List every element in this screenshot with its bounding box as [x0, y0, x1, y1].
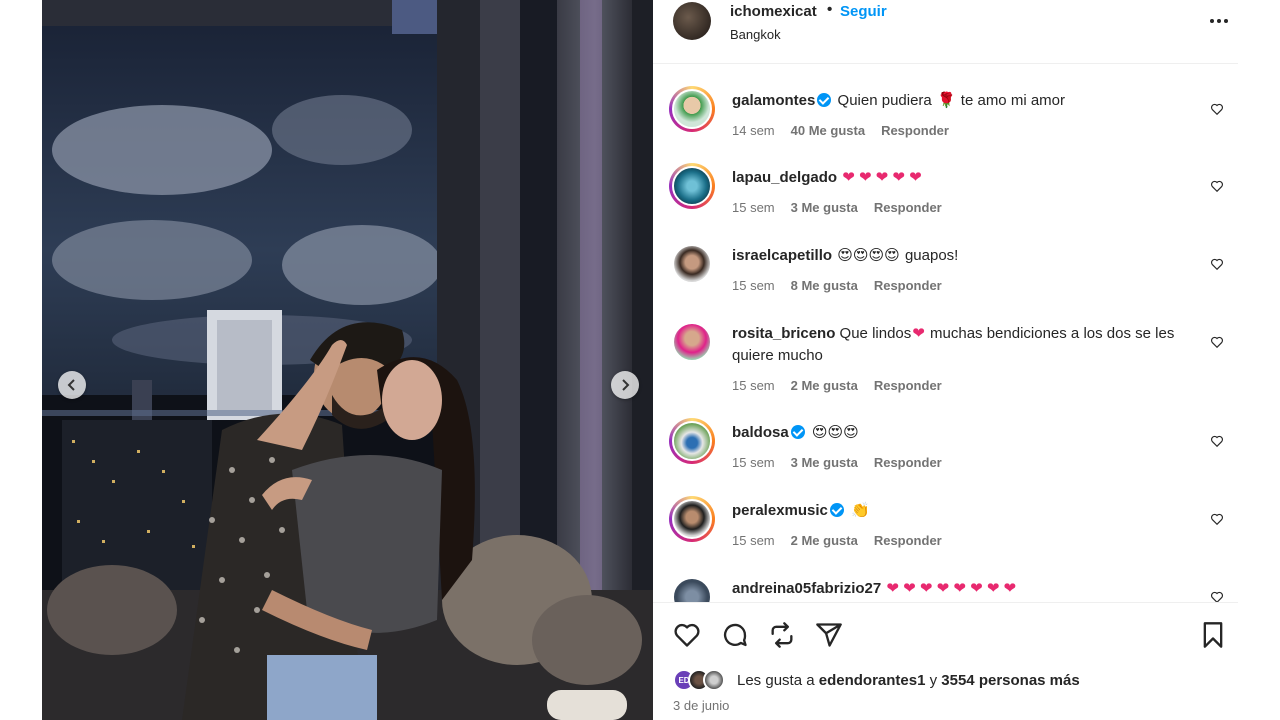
comment-likes[interactable]: 2 Me gusta	[791, 378, 858, 393]
comment-bubble-icon[interactable]	[721, 621, 749, 649]
commenter-username[interactable]: lapau_delgado	[732, 169, 837, 186]
commenter-avatar[interactable]	[669, 418, 715, 464]
heart-emoji-icon: ❤	[912, 325, 925, 342]
liker-avatar	[703, 669, 725, 691]
comments-list[interactable]: galamontes Quien pudiera 🌹 te amo mi amo…	[653, 64, 1238, 602]
comment-likes[interactable]: 3 Me gusta	[791, 455, 858, 470]
author-avatar[interactable]	[673, 2, 711, 40]
verified-badge-icon	[829, 503, 844, 517]
heart-emojis: ❤ ❤ ❤ ❤ ❤ ❤ ❤ ❤	[886, 580, 1017, 597]
chevron-left-icon	[67, 379, 75, 391]
comment-meta: 15 sem 3 Me gusta Responder	[732, 200, 958, 215]
like-comment-heart-icon[interactable]	[1210, 512, 1224, 526]
share-send-icon[interactable]	[815, 621, 843, 649]
comment-text: Quien pudiera	[837, 92, 932, 109]
likes-and: y	[929, 672, 938, 689]
post-header: ichomexicat • Seguir Bangkok	[653, 0, 1238, 64]
reply-button[interactable]: Responder	[874, 200, 942, 215]
commenter-username[interactable]: israelcapetillo	[732, 247, 832, 264]
author-username[interactable]: ichomexicat	[730, 3, 817, 20]
reply-button[interactable]: Responder	[874, 533, 942, 548]
verified-badge-icon	[817, 93, 832, 107]
post-details-panel: ichomexicat • Seguir Bangkok galamontes …	[653, 0, 1238, 720]
liker-username[interactable]: edendorantes1	[819, 672, 926, 689]
commenter-avatar[interactable]	[669, 319, 715, 365]
post-date[interactable]: 3 de junio	[673, 698, 729, 713]
repost-icon[interactable]	[768, 621, 796, 649]
commenter-avatar[interactable]	[669, 574, 715, 602]
comment-likes[interactable]: 2 Me gusta	[791, 533, 858, 548]
photo-illustration	[42, 0, 653, 720]
commenter-avatar[interactable]	[669, 241, 715, 287]
likes-summary[interactable]: Les gusta a edendorantes1 y 3554 persona…	[737, 672, 1080, 689]
comment-meta: 15 sem 3 Me gusta Responder	[732, 455, 958, 470]
like-heart-icon[interactable]	[673, 621, 701, 649]
verified-badge-icon	[790, 425, 805, 439]
reply-button[interactable]: Responder	[874, 278, 942, 293]
comment-likes[interactable]: 8 Me gusta	[791, 278, 858, 293]
like-comment-heart-icon[interactable]	[1210, 179, 1224, 193]
comment-time[interactable]: 15 sem	[732, 378, 775, 393]
like-comment-heart-icon[interactable]	[1210, 434, 1224, 448]
commenter-avatar[interactable]	[669, 163, 715, 209]
comment-text: Que lindos	[839, 325, 912, 342]
comment-meta: 15 sem 8 Me gusta Responder	[732, 278, 958, 293]
post-location[interactable]: Bangkok	[730, 27, 781, 42]
commenter-username[interactable]: galamontes	[732, 92, 815, 109]
left-gutter	[0, 0, 42, 720]
heart-emojis: ❤ ❤ ❤ ❤ ❤	[842, 169, 922, 186]
commenter-username[interactable]: baldosa	[732, 424, 789, 441]
rose-emoji-icon: 🌹	[936, 92, 956, 109]
comment-time[interactable]: 14 sem	[732, 123, 775, 138]
chevron-right-icon	[622, 379, 630, 391]
heart-eyes-emojis: 😍😍😍😍	[837, 247, 900, 264]
comment-meta: 15 sem 2 Me gusta Responder	[732, 533, 958, 548]
comment-time[interactable]: 15 sem	[732, 533, 775, 548]
follow-button[interactable]: Seguir	[840, 3, 887, 20]
commenter-avatar[interactable]	[669, 86, 715, 132]
commenter-username[interactable]: peralexmusic	[732, 502, 828, 519]
likes-count[interactable]: 3554 personas más	[941, 672, 1079, 689]
carousel-next-button[interactable]	[611, 371, 639, 399]
like-comment-heart-icon[interactable]	[1210, 335, 1224, 349]
comment-likes[interactable]: 3 Me gusta	[791, 200, 858, 215]
comment-likes[interactable]: 40 Me gusta	[791, 123, 865, 138]
likes-prefix: Les gusta a	[737, 672, 815, 689]
comment-text: guapos!	[904, 247, 959, 264]
save-bookmark-icon[interactable]	[1199, 621, 1227, 649]
post-actions: ED Les gusta a edendorantes1 y 3554 pers…	[653, 602, 1238, 720]
reply-button[interactable]: Responder	[881, 123, 949, 138]
instagram-post-view: ichomexicat • Seguir Bangkok galamontes …	[0, 0, 1280, 720]
comment-time[interactable]: 15 sem	[732, 455, 775, 470]
like-comment-heart-icon[interactable]	[1210, 102, 1224, 116]
comment-meta: 15 sem 2 Me gusta Responder	[732, 378, 958, 393]
comment-time[interactable]: 15 sem	[732, 278, 775, 293]
commenter-avatar[interactable]	[669, 496, 715, 542]
liker-avatars[interactable]: ED	[673, 669, 733, 693]
like-comment-heart-icon[interactable]	[1210, 257, 1224, 271]
comment-time[interactable]: 15 sem	[732, 200, 775, 215]
carousel-prev-button[interactable]	[58, 371, 86, 399]
commenter-username[interactable]: andreina05fabrizio27	[732, 580, 881, 597]
commenter-username[interactable]: rosita_briceno	[732, 325, 835, 342]
reply-button[interactable]: Responder	[874, 455, 942, 470]
post-photo	[42, 0, 653, 720]
clapping-emoji: 👏	[851, 502, 870, 519]
separator-dot: •	[827, 1, 833, 18]
comment-text-continued: te amo mi amor	[960, 92, 1065, 109]
heart-eyes-emojis: 😍😍😍	[811, 424, 859, 441]
comment-meta: 14 sem 40 Me gusta Responder	[732, 123, 965, 138]
more-options-icon[interactable]	[1208, 12, 1230, 30]
right-gutter	[1238, 0, 1280, 720]
reply-button[interactable]: Responder	[874, 378, 942, 393]
like-comment-heart-icon[interactable]	[1210, 590, 1224, 602]
